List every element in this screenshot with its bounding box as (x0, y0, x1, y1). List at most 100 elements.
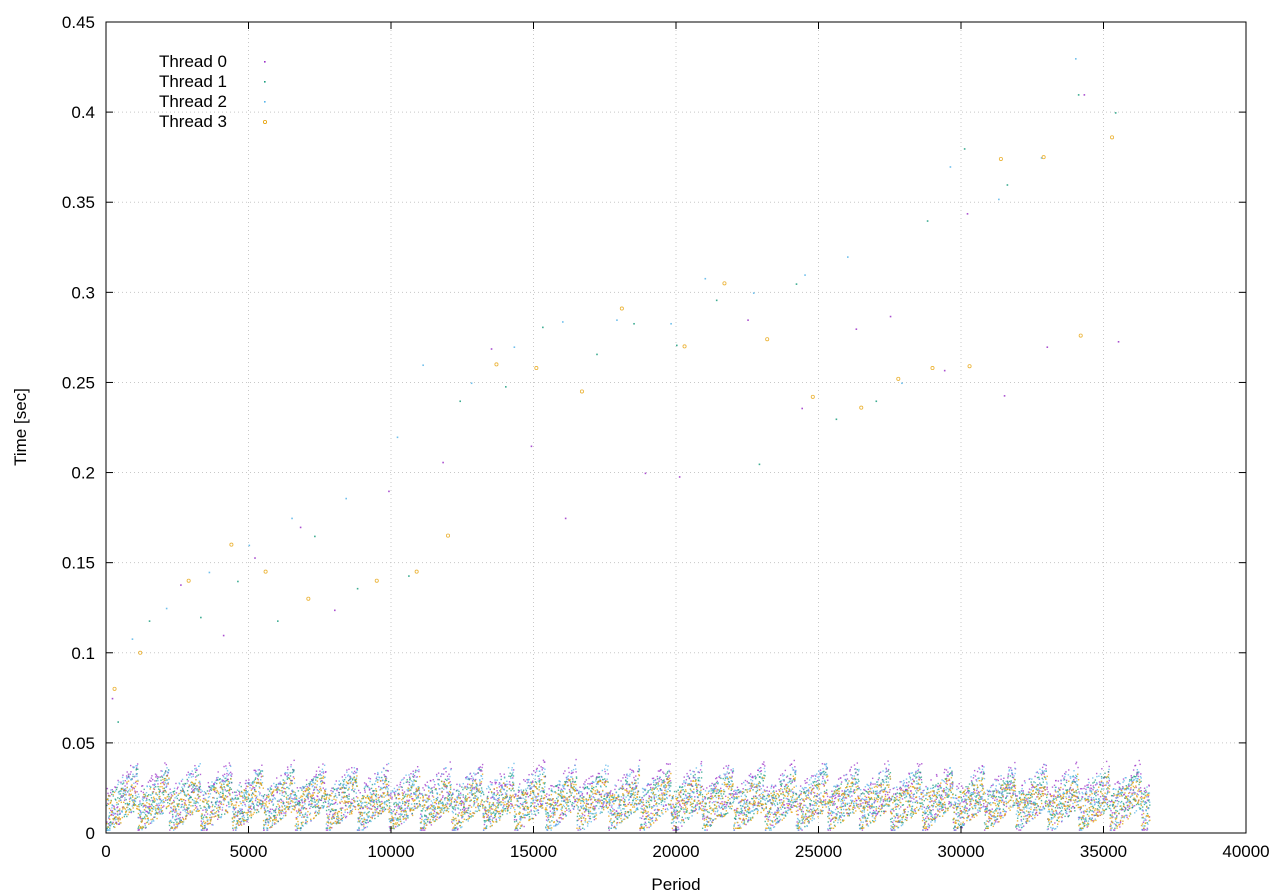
band-point (256, 801, 259, 803)
band-point (923, 799, 925, 802)
band-point (344, 804, 347, 807)
band-point (566, 792, 568, 794)
band-point (878, 777, 880, 779)
band-point (529, 788, 531, 790)
band-point (115, 788, 118, 791)
band-point (856, 762, 859, 764)
band-point (999, 796, 1001, 799)
band-point (346, 811, 349, 814)
band-point (1102, 784, 1104, 786)
band-point (574, 780, 577, 783)
band-point (1147, 796, 1150, 798)
band-point (139, 800, 141, 802)
band-point (802, 813, 804, 815)
band-point (156, 776, 159, 778)
band-point (932, 784, 934, 786)
band-point (302, 814, 304, 816)
band-point (462, 796, 465, 798)
band-point (147, 781, 150, 783)
band-point (723, 806, 726, 808)
band-point (240, 812, 242, 814)
band-point (876, 812, 879, 815)
band-point (374, 794, 377, 797)
band-point (807, 807, 809, 809)
band-point (944, 794, 947, 796)
band-point (224, 789, 226, 791)
band-point (396, 784, 398, 787)
band-point (827, 779, 829, 781)
band-point (476, 810, 478, 813)
band-point (322, 787, 325, 789)
band-point (789, 803, 791, 806)
band-point (872, 809, 875, 812)
band-point (519, 797, 522, 799)
band-point (179, 811, 182, 814)
band-point (468, 816, 471, 818)
band-point (314, 806, 317, 809)
band-point (164, 790, 167, 792)
band-point (937, 782, 939, 785)
band-point (780, 799, 783, 801)
band-point (949, 805, 951, 808)
band-point (733, 793, 735, 795)
band-point (269, 810, 271, 813)
band-point (328, 818, 330, 821)
band-point (258, 773, 260, 776)
band-point (115, 799, 117, 801)
band-point (804, 779, 806, 782)
band-point (794, 800, 797, 802)
band-point (475, 791, 478, 793)
band-point (181, 816, 184, 819)
band-point (124, 779, 126, 782)
band-point (935, 773, 938, 776)
band-point (720, 787, 722, 790)
band-point (1014, 761, 1016, 764)
band-point (691, 785, 693, 787)
band-point (1122, 786, 1124, 788)
band-point (431, 791, 433, 793)
band-point (332, 809, 335, 812)
band-point (1042, 805, 1044, 808)
band-point (465, 795, 467, 797)
band-point (779, 802, 781, 804)
band-point (617, 779, 620, 781)
band-point (789, 764, 791, 767)
band-point (204, 827, 206, 829)
band-point (532, 780, 534, 782)
band-point (126, 791, 129, 793)
band-point (753, 812, 755, 815)
band-point (443, 768, 445, 770)
band-point (636, 803, 638, 805)
band-point (462, 788, 464, 791)
band-point (465, 807, 467, 810)
band-point (238, 793, 241, 795)
band-point (126, 815, 128, 818)
band-point (187, 786, 190, 788)
band-point (777, 807, 780, 810)
band-point (1132, 769, 1135, 771)
band-point (481, 770, 483, 772)
band-point (795, 793, 798, 796)
band-point (1039, 782, 1041, 784)
band-point (983, 802, 985, 805)
band-point (608, 792, 611, 794)
band-point (296, 827, 299, 829)
band-point (335, 780, 337, 782)
band-point (817, 812, 820, 814)
band-point (790, 782, 792, 785)
band-point (388, 802, 391, 804)
band-point (937, 786, 939, 788)
band-point (607, 794, 610, 797)
data-bands (106, 758, 1151, 831)
band-point (767, 818, 770, 821)
band-point (548, 794, 550, 796)
band-point (168, 798, 170, 800)
band-point (861, 829, 864, 831)
band-point (568, 788, 571, 791)
band-point (299, 802, 301, 804)
band-point (782, 814, 784, 816)
band-point (151, 792, 154, 795)
band-point (625, 788, 628, 790)
band-point (154, 816, 156, 818)
band-point (981, 778, 983, 781)
